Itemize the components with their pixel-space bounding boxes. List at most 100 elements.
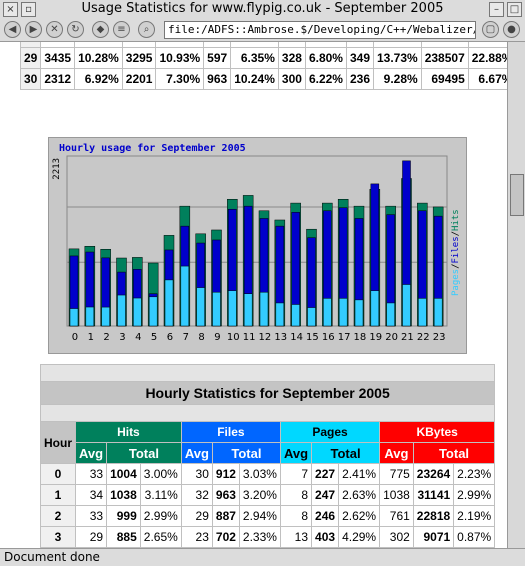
value-cell: 10.28% [75,48,122,68]
hour-header: Hour [41,422,75,463]
value-cell: 173 [346,42,373,47]
value-cell: 29 [181,506,212,526]
x-tick-label: 5 [151,332,157,343]
pages-bar [180,265,190,327]
value-cell: 10.24% [231,69,278,89]
value-cell: 2.23% [454,464,495,484]
x-tick-label: 11 [243,332,256,343]
value-cell: 69495 [421,69,468,89]
value-cell: 328 [278,48,305,68]
page-content[interactable]: 2815084.51%13984.64%2432.59%1623.36%1736… [0,42,507,548]
legend-entry: Files [451,236,461,263]
x-tick-label: 6 [167,332,173,343]
value-cell: 13.73% [374,48,421,68]
value-cell: 302 [380,527,413,547]
pages-total-header: Total [312,443,380,463]
value-cell: 885 [107,527,140,547]
x-tick-label: 20 [385,332,398,343]
table-spacer [41,405,495,421]
row-label-cell: 3 [41,527,75,547]
close-window-icon[interactable]: × [3,2,18,17]
row-label-cell: 2 [41,506,75,526]
files-header: Files [181,422,280,442]
pages-bar [386,302,395,327]
x-tick-label: 15 [306,332,319,343]
value-cell: 3.11% [140,485,181,505]
row-label-cell: 28 [21,42,41,47]
pages-bar [243,293,253,327]
hourly-table-title: Hourly Statistics for September 2005 [41,382,495,404]
iconize-window-icon[interactable]: – [489,2,504,17]
bookmark-icon[interactable]: ▢ [482,21,499,38]
value-cell: 23264 [413,464,454,484]
value-cell: 887 [212,506,239,526]
reload-icon[interactable]: ↻ [67,21,84,38]
y-max-label: 2213 [52,158,62,180]
pages-header: Pages [280,422,380,442]
legend-entry: Pages [451,269,461,296]
value-cell: 2.41% [339,464,380,484]
value-cell: 3.36% [305,42,346,47]
toggle-size-icon[interactable]: □ [507,2,522,17]
value-cell: 2.63% [339,485,380,505]
pages-bar [433,298,443,327]
x-tick-label: 14 [290,332,303,343]
value-cell: 8 [280,506,312,526]
value-cell: 2201 [122,69,156,89]
forward-icon[interactable]: ▶ [25,21,42,38]
files-avg-header: Avg [181,443,212,463]
value-cell: 3295 [122,48,156,68]
pages-bar [259,291,269,327]
stop-icon[interactable]: ✕ [46,21,63,38]
value-cell: 3.20% [239,485,280,505]
value-cell: 597 [204,48,231,68]
search-icon[interactable]: ⌕ [138,21,155,38]
hits-header: Hits [76,422,181,442]
value-cell: 236 [346,69,373,89]
value-cell: 2.19% [454,506,495,526]
back-icon[interactable]: ◀ [4,21,21,38]
value-cell: 227 [312,464,339,484]
x-tick-label: 0 [72,332,78,343]
row-label-cell: 30 [21,69,41,89]
pages-bar [370,290,380,327]
table-row: 29 3435 10.28% 3295 10.93% 597 6.35% 328 6.80% 34… [21,48,507,68]
x-tick-label: 1 [88,332,94,343]
menu-icon[interactable]: ≡ [113,21,130,38]
value-cell: 3.91% [468,42,507,47]
value-cell: 2312 [41,69,75,89]
value-cell: 6.92% [75,69,122,89]
pages-bar [212,291,221,327]
kbytes-header: KBytes [380,422,495,442]
pages-bar [291,304,300,327]
value-cell: 3.03% [239,464,280,484]
table-spacer [41,365,495,381]
value-cell: 22818 [413,506,454,526]
x-tick-label: 9 [214,332,220,343]
value-cell: 10.93% [156,48,204,68]
history-icon[interactable]: ◆ [92,21,109,38]
x-tick-label: 2 [103,332,109,343]
value-cell: 29 [76,527,107,547]
value-cell: 4.64% [156,42,204,47]
value-cell: 1038 [380,485,413,505]
legend-entry: Hits [451,209,461,231]
value-cell: 32 [181,485,212,505]
value-cell: 963 [204,69,231,89]
files-total-header: Total [212,443,280,463]
hourly-stats-table: Hourly Statistics for September 2005 Hou… [40,364,496,548]
pages-bar [354,299,364,327]
value-cell: 1038 [107,485,140,505]
pages-bar [338,298,348,327]
scrollbar-thumb[interactable] [510,174,524,216]
pages-bar [275,302,285,327]
value-cell: 963 [212,485,239,505]
chart-legend: Pages/Files/Hits [451,209,461,296]
pages-bar [69,308,79,327]
value-cell: 243 [204,42,231,47]
row-label-cell: 1 [41,485,75,505]
url-field[interactable]: file:/ADFS::Ambrose.$/Developing/C++/Web… [164,21,476,39]
back-window-icon[interactable]: ▫ [21,2,36,17]
vertical-scrollbar[interactable] [507,42,525,548]
pages-bar [133,297,142,327]
